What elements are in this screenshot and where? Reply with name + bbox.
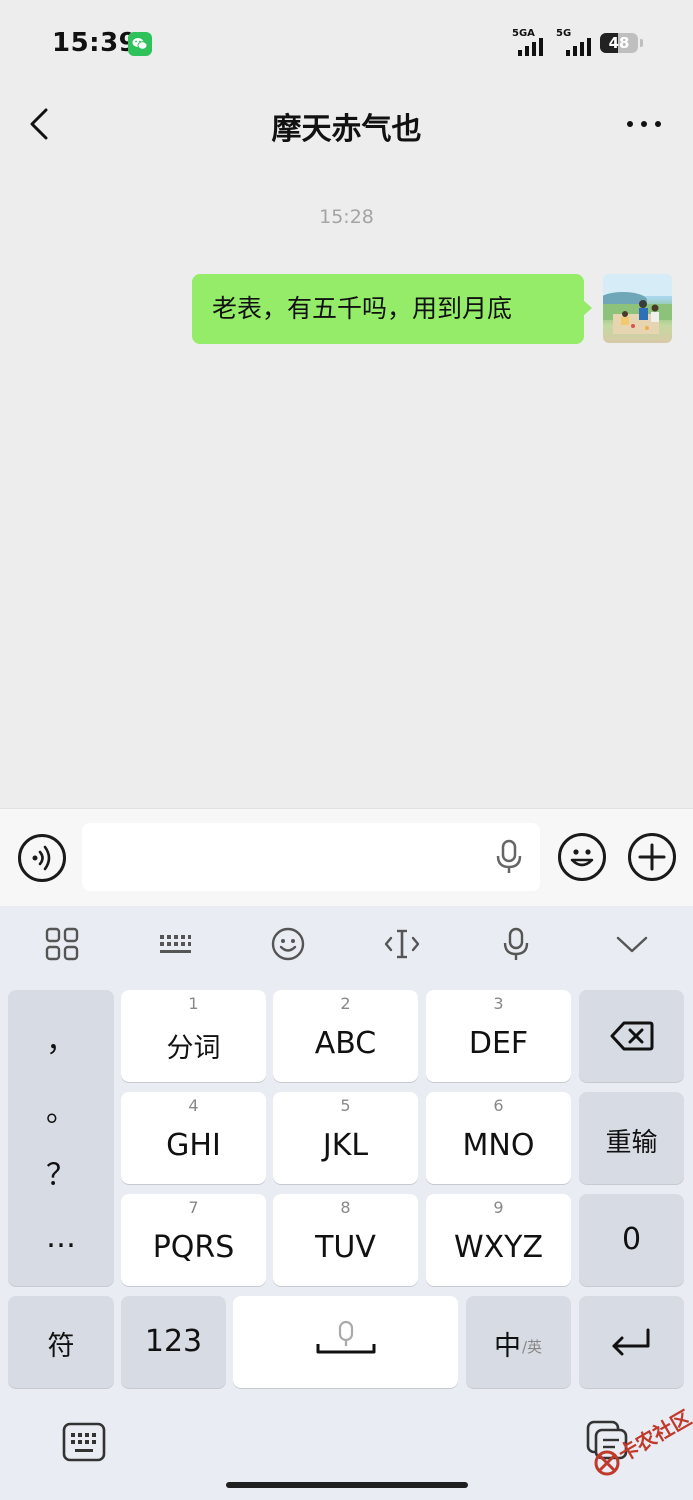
punct-period[interactable]: 。 [8, 1086, 114, 1130]
battery-icon: 48 [600, 33, 638, 53]
chat-header: 摩天赤气也 [0, 88, 693, 160]
key-number: 3 [493, 994, 504, 1013]
enter-icon [612, 1328, 650, 1356]
voice-wave-icon [32, 845, 51, 871]
punct-question[interactable]: ？ [8, 1150, 114, 1194]
key-5-jkl[interactable]: 5 JKL [273, 1092, 418, 1184]
key-2-abc[interactable]: 2 ABC [273, 990, 418, 1082]
space-key[interactable] [233, 1296, 458, 1388]
apps-grid-icon[interactable] [44, 926, 80, 962]
enter-key[interactable] [579, 1296, 684, 1388]
plus-icon [638, 843, 666, 871]
emoji-button[interactable] [558, 833, 606, 881]
key-8-tuv[interactable]: 8 TUV [273, 1194, 418, 1286]
numbers-label: 123 [144, 1324, 203, 1359]
input-mic-icon[interactable] [492, 839, 526, 879]
key-number: 5 [340, 1096, 351, 1115]
status-bar: 15:39 5GA 5G 48 [0, 0, 693, 88]
symbols-key[interactable]: 符 [8, 1296, 114, 1388]
key-3-def[interactable]: 3 DEF [426, 990, 571, 1082]
message-timestamp: 15:28 [319, 206, 374, 228]
punct-comma[interactable]: ， [8, 1016, 114, 1060]
more-options-button[interactable] [620, 112, 668, 136]
home-indicator[interactable] [226, 1482, 468, 1488]
reinput-label: 重输 [605, 1128, 658, 1158]
key-label: WXYZ [453, 1230, 544, 1265]
bubble-tail [583, 300, 592, 316]
key-label: PQRS [152, 1230, 235, 1265]
punctuation-column[interactable]: ， 。 ？ … [8, 990, 114, 1286]
key-label: 0 [621, 1222, 642, 1257]
keyboard-switch-icon[interactable] [62, 1422, 106, 1462]
emoji-panel-icon[interactable] [270, 926, 306, 962]
key-label: DEF [468, 1026, 529, 1061]
key-label: 分词 [166, 1033, 221, 1064]
watermark-logo: 卡农社区 [592, 1405, 693, 1482]
key-number: 7 [188, 1198, 199, 1217]
key-0[interactable]: 0 [579, 1194, 684, 1286]
battery-nub [640, 39, 643, 47]
avatar-picnic-image [603, 274, 672, 334]
key-number: 1 [188, 994, 199, 1013]
chat-title: 摩天赤气也 [271, 112, 422, 147]
backspace-icon [610, 1021, 654, 1051]
battery-percent: 48 [608, 34, 630, 52]
more-dots-icon [627, 121, 661, 127]
punct-ellipsis[interactable]: … [8, 1220, 114, 1255]
key-1-fenci[interactable]: 1 分词 [121, 990, 266, 1082]
reinput-key[interactable]: 重输 [579, 1092, 684, 1184]
add-attachment-button[interactable] [628, 833, 676, 881]
collapse-keyboard-icon[interactable] [614, 926, 650, 962]
keyboard-layout-icon[interactable] [157, 926, 193, 962]
watermark-text: 卡农社区 [614, 1405, 693, 1467]
key-label: JKL [322, 1128, 369, 1163]
message-input-bar [0, 808, 693, 906]
keyboard-toolbar [0, 906, 693, 984]
voice-input-icon[interactable] [498, 926, 534, 962]
message-text-input[interactable] [82, 823, 540, 891]
wechat-notification-icon [128, 32, 152, 56]
language-switch-key[interactable]: 中 /英 [466, 1296, 571, 1388]
key-label: TUV [315, 1230, 376, 1265]
backspace-key[interactable] [579, 990, 684, 1082]
symbols-label: 符 [47, 1331, 75, 1362]
key-4-ghi[interactable]: 4 GHI [121, 1092, 266, 1184]
key-number: 4 [188, 1096, 199, 1115]
key-number: 8 [340, 1198, 351, 1217]
cursor-move-icon[interactable] [384, 926, 420, 962]
key-number: 9 [493, 1198, 504, 1217]
key-label: GHI [166, 1128, 221, 1163]
ime-keyboard: ， 。 ？ … 1 分词 2 ABC 3 DEF 4 GHI 5 JKL 6 M… [0, 906, 693, 1500]
key-9-wxyz[interactable]: 9 WXYZ [426, 1194, 571, 1286]
smiley-icon [570, 849, 594, 867]
key-number: 6 [493, 1096, 504, 1115]
my-avatar[interactable] [603, 274, 672, 343]
key-label: ABC [314, 1026, 377, 1061]
status-time: 15:39 [52, 28, 138, 58]
key-6-mno[interactable]: 6 MNO [426, 1092, 571, 1184]
outgoing-message-bubble[interactable]: 老表，有五千吗，用到月底 [192, 274, 584, 344]
numbers-key[interactable]: 123 [121, 1296, 226, 1388]
voice-mode-button[interactable] [18, 834, 66, 882]
key-number: 2 [340, 994, 351, 1013]
key-label: MNO [462, 1128, 535, 1163]
lang-sub-label: /英 [522, 1338, 543, 1356]
lang-main-label: 中 [494, 1331, 521, 1362]
space-mic-icon [316, 1320, 376, 1354]
key-7-pqrs[interactable]: 7 PQRS [121, 1194, 266, 1286]
